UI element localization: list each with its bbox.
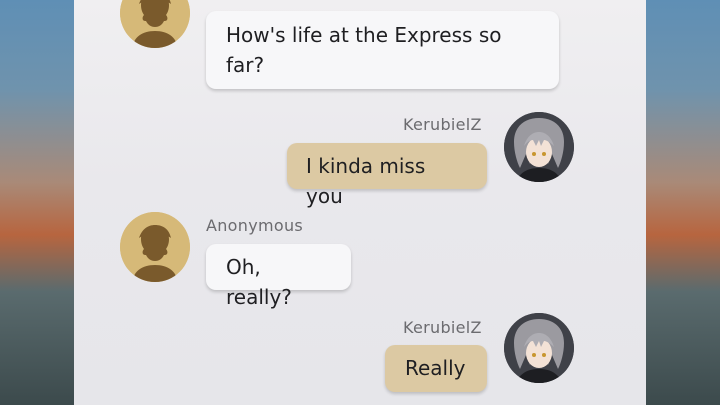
- message-text: I kinda miss you: [306, 154, 426, 208]
- message-bubble-incoming[interactable]: Oh, really?: [206, 244, 351, 309]
- anonymous-avatar-icon[interactable]: [120, 212, 190, 282]
- message-bubble-incoming[interactable]: How's life at the Express so far?: [206, 11, 559, 89]
- message-text: How's life at the Express so far?: [226, 23, 502, 77]
- anonymous-avatar-icon[interactable]: [120, 0, 190, 48]
- background-blur-right: [646, 0, 720, 405]
- user-avatar-icon[interactable]: [504, 112, 574, 182]
- message-bubble-outgoing[interactable]: I kinda miss you: [287, 143, 487, 208]
- message-text: Oh, really?: [226, 255, 292, 309]
- sender-name: KerubielZ: [403, 115, 482, 134]
- chat-panel[interactable]: How's life at the Express so far? Kerubi…: [74, 0, 646, 405]
- message-bubble-outgoing[interactable]: Really: [385, 345, 487, 392]
- message-text: Really: [405, 356, 466, 380]
- sender-name: Anonymous: [206, 216, 304, 235]
- sender-name: KerubielZ: [403, 318, 482, 337]
- user-avatar-icon[interactable]: [504, 313, 574, 383]
- background-blur-left: [0, 0, 78, 405]
